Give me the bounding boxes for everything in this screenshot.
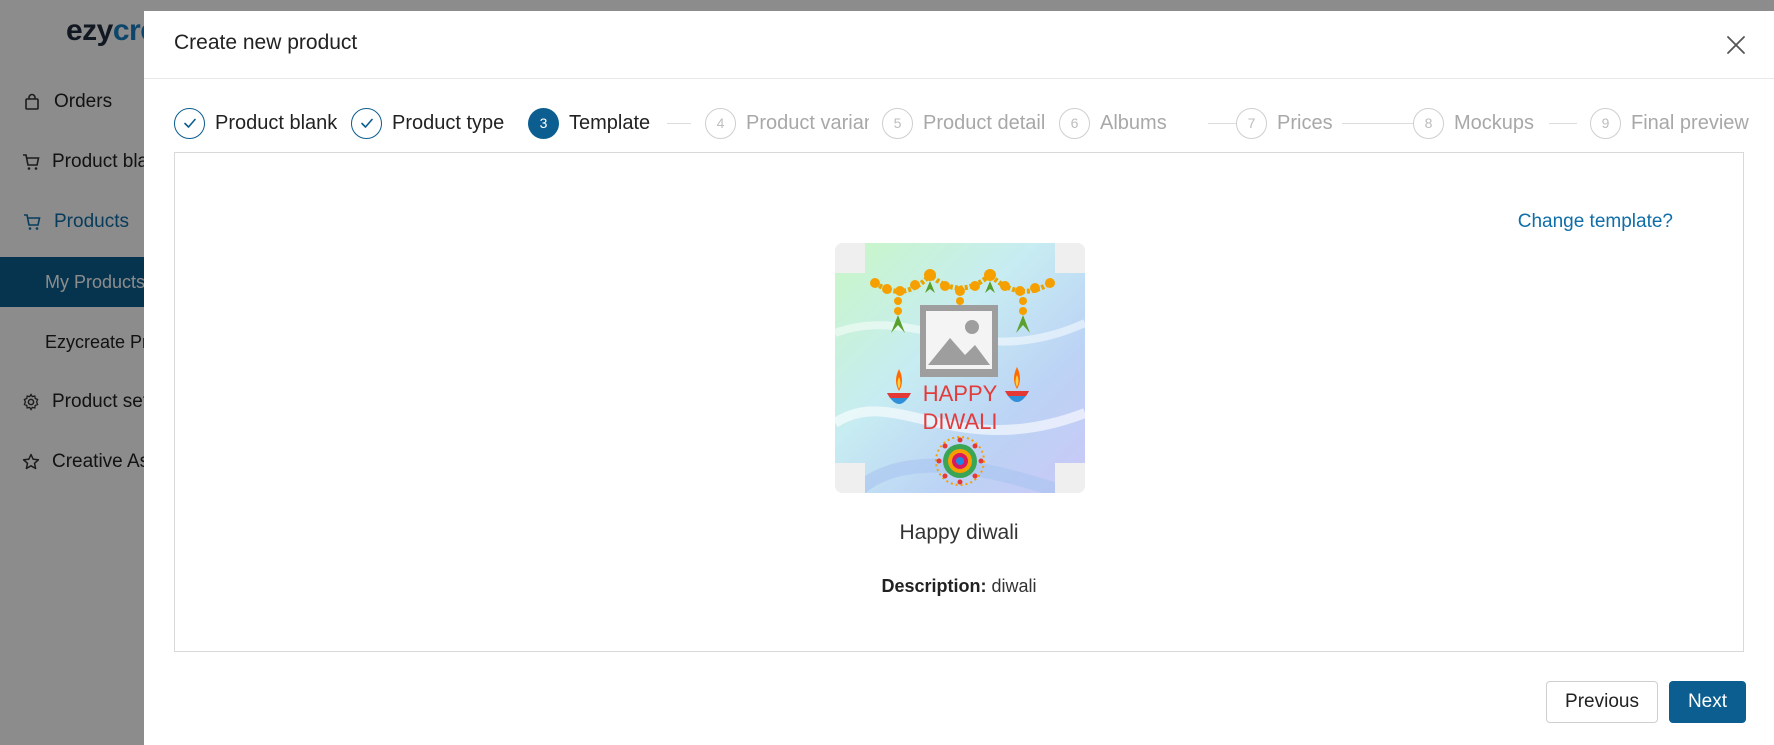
step-number: 3 <box>528 107 559 139</box>
step-label: Albums <box>1100 111 1167 134</box>
create-product-modal: Create new product Product blank Product… <box>144 11 1774 745</box>
step-label: Template <box>569 111 651 134</box>
step-label: Prices <box>1277 111 1333 134</box>
template-image-text-2: DIWALI <box>923 409 998 434</box>
step-connector <box>1342 123 1414 124</box>
step-number: 8 <box>1413 107 1444 139</box>
step-label: Product variants <box>746 111 869 134</box>
change-template-link[interactable]: Change template? <box>1518 211 1673 233</box>
step-connector <box>667 123 691 124</box>
step-label: Product type <box>392 111 505 134</box>
template-image-text-1: HAPPY <box>923 381 998 406</box>
step-product-detail[interactable]: 5 Product detail <box>882 107 1048 139</box>
step-label: Final preview <box>1631 111 1749 134</box>
step-albums[interactable]: 6 Albums <box>1059 107 1167 139</box>
step-product-variants[interactable]: 4 Product variants <box>705 107 869 139</box>
step-label: Product blank <box>215 111 338 134</box>
modal-title: Create new product <box>174 31 358 54</box>
step-label: Mockups <box>1454 111 1535 134</box>
step-mockups[interactable]: 8 Mockups <box>1413 107 1534 139</box>
previous-button[interactable]: Previous <box>1546 681 1658 723</box>
description-label: Description: <box>881 576 987 596</box>
step-template[interactable]: 3 Template <box>528 107 650 139</box>
step-connector <box>1208 123 1236 124</box>
step-label: Product detail <box>923 111 1046 134</box>
step-connector <box>1549 123 1577 124</box>
step-final-preview[interactable]: 9 Final preview <box>1590 107 1749 139</box>
close-icon[interactable] <box>1724 33 1748 57</box>
step-number: 6 <box>1059 107 1090 139</box>
step-number: 9 <box>1590 107 1621 139</box>
step-product-type[interactable]: Product type <box>351 107 504 139</box>
step-number: 7 <box>1236 107 1267 139</box>
template-description: Description: diwali <box>175 576 1743 597</box>
step-product-blank[interactable]: Product blank <box>174 107 337 139</box>
check-icon <box>351 107 382 139</box>
step-number: 5 <box>882 107 913 139</box>
check-icon <box>174 107 205 139</box>
modal-header: Create new product <box>144 11 1774 79</box>
template-name: Happy diwali <box>899 521 1019 544</box>
stepper: Product blank Product type 3 Template 4 … <box>174 107 1754 139</box>
step-prices[interactable]: 7 Prices <box>1236 107 1333 139</box>
template-panel: Change template? HAPPY DIWALI Happy diwa… <box>174 152 1744 652</box>
description-value: diwali <box>991 576 1037 596</box>
template-preview-image: HAPPY DIWALI <box>835 243 1085 493</box>
next-button[interactable]: Next <box>1669 681 1746 723</box>
step-number: 4 <box>705 107 736 139</box>
